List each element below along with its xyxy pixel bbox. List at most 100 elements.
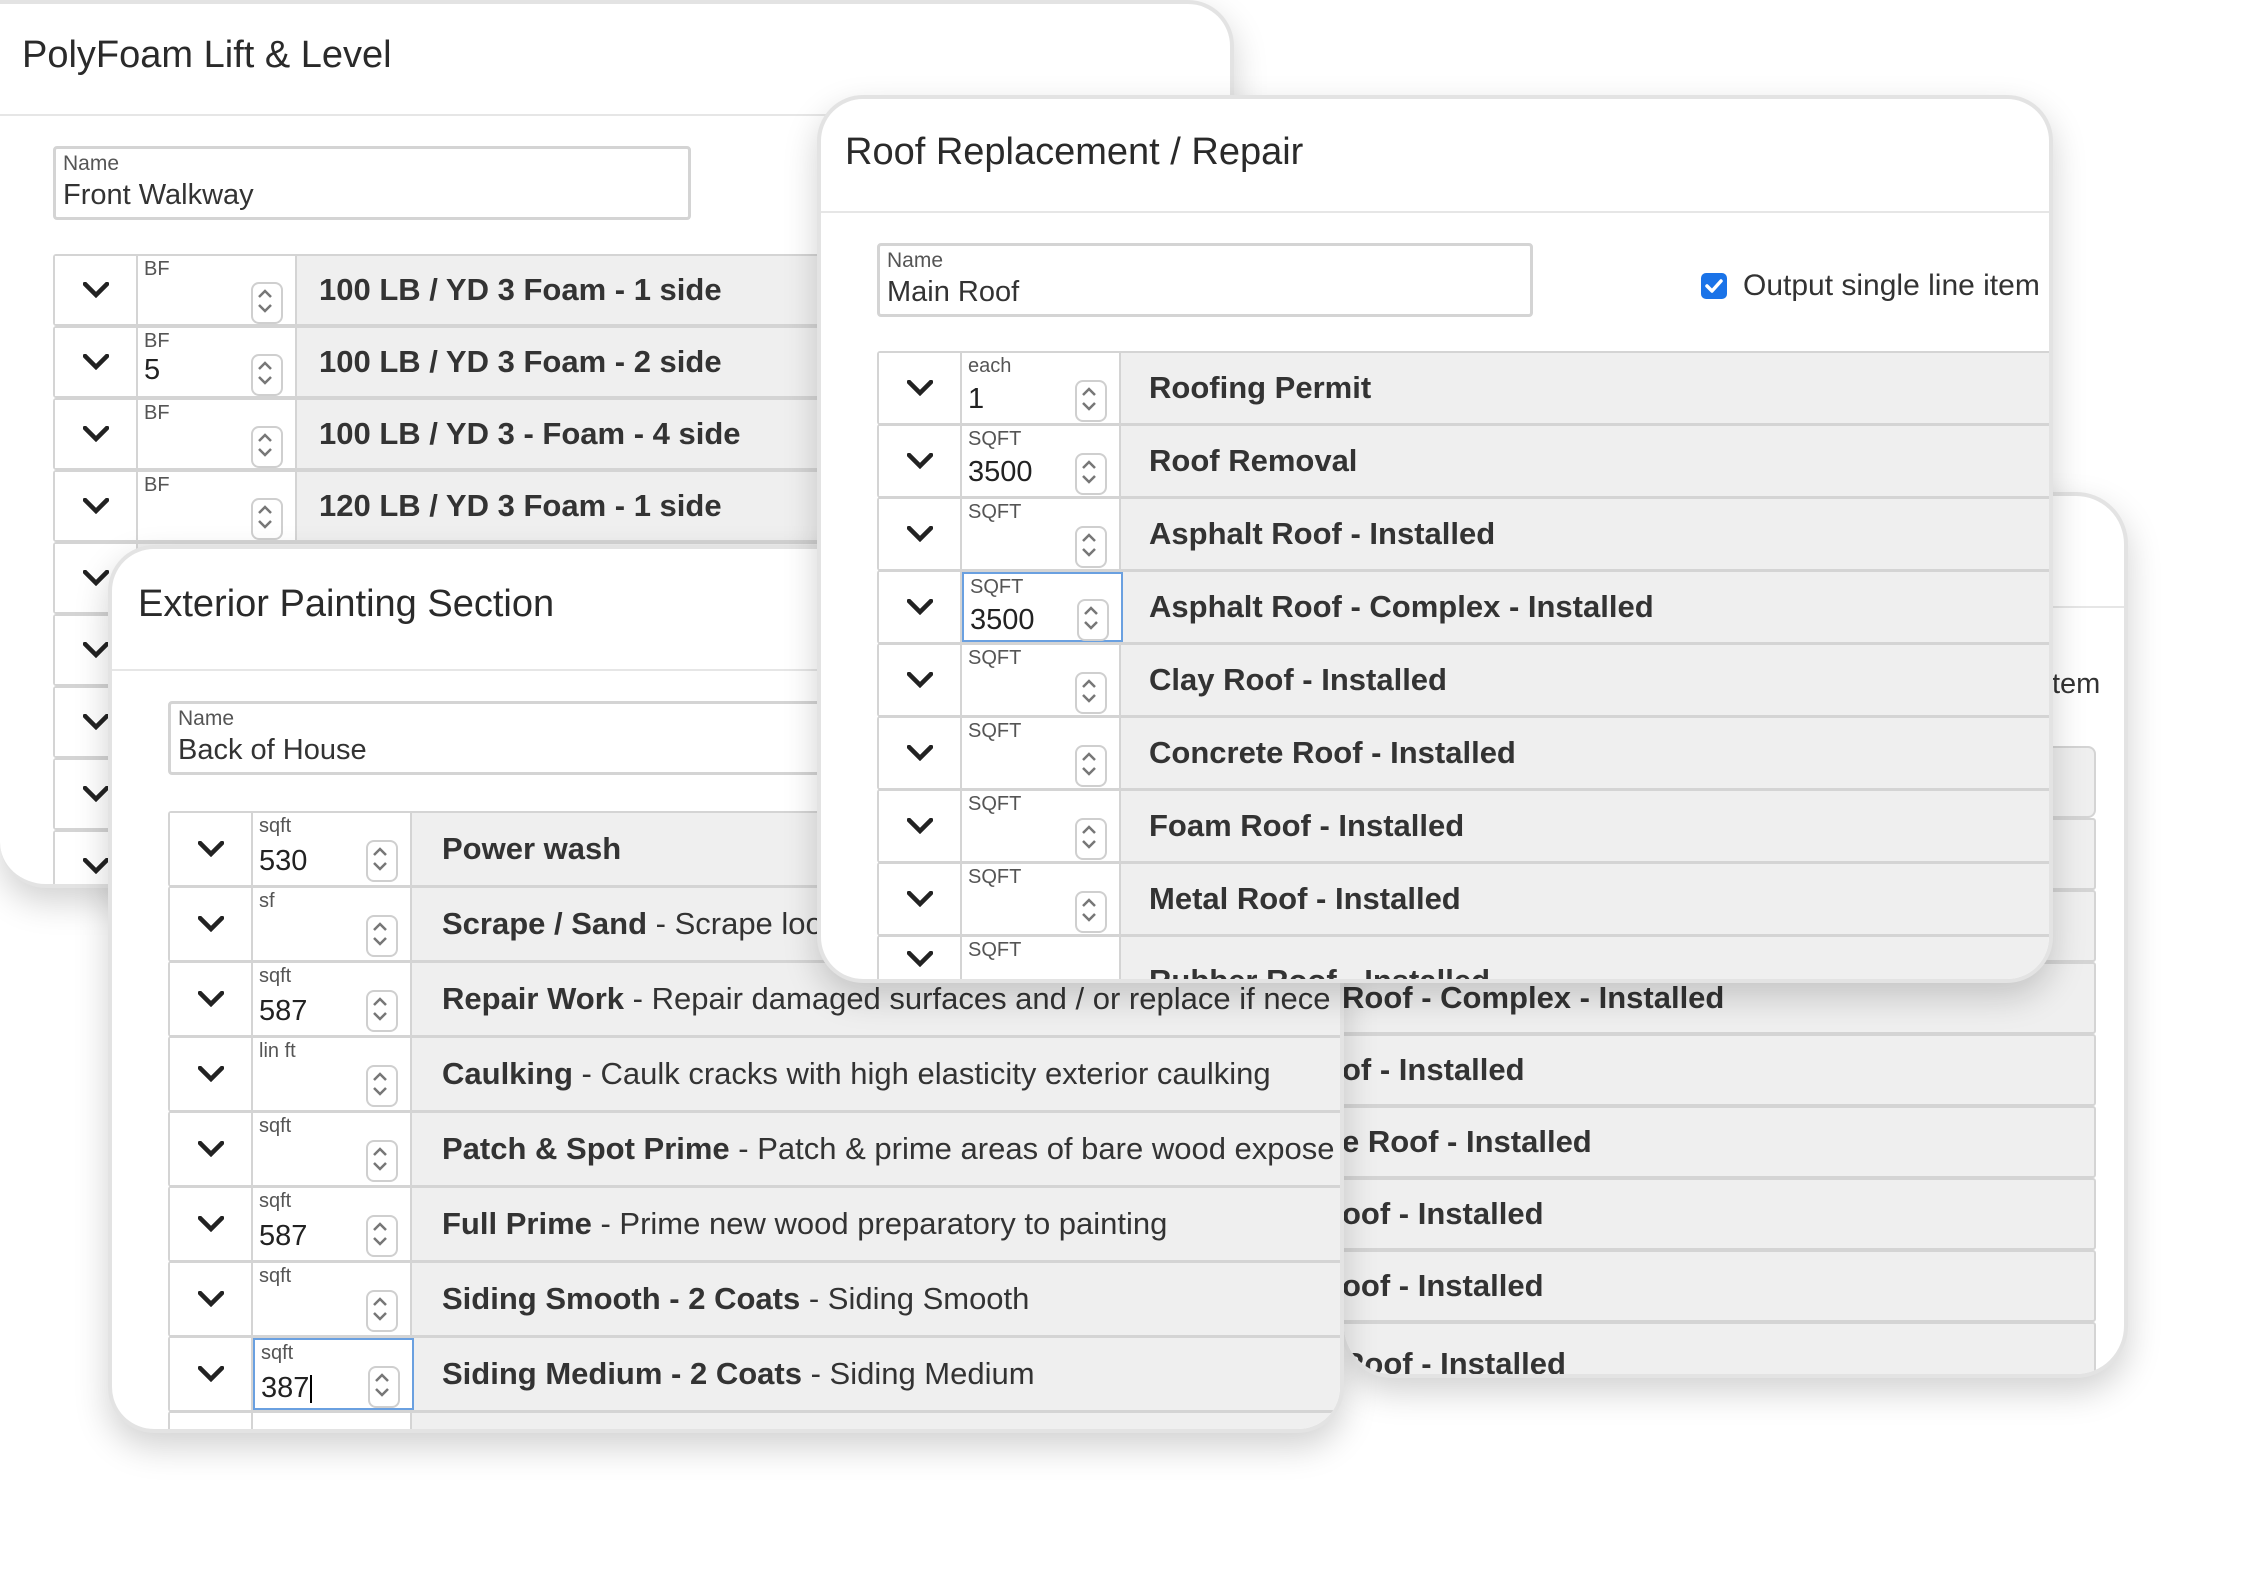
quantity-input[interactable]: sqft 387 xyxy=(253,1338,414,1410)
back-row[interactable]: e Roof - Installed xyxy=(1344,1106,2096,1178)
quantity-input[interactable]: SQFT xyxy=(962,791,1121,861)
quantity-input[interactable]: BF 5 xyxy=(138,328,297,396)
quantity-input[interactable]: sqft 530 xyxy=(253,813,412,885)
unit-label: SQFT xyxy=(968,866,1022,888)
spinner-icon[interactable] xyxy=(366,1140,398,1183)
item-title: Siding Medium - 2 Coats xyxy=(442,1356,802,1391)
expand-toggle[interactable] xyxy=(170,1413,253,1429)
chevron-down-icon xyxy=(82,786,109,802)
expand-toggle[interactable] xyxy=(879,937,962,979)
chevron-down-icon xyxy=(197,1291,224,1307)
spinner-icon[interactable] xyxy=(251,353,283,396)
spinner-icon[interactable] xyxy=(1075,744,1107,787)
spinner-icon[interactable] xyxy=(251,281,283,324)
back-row[interactable]: oof - Installed xyxy=(1344,1178,2096,1250)
quantity-input[interactable]: SQFT 3500 xyxy=(962,426,1121,496)
quantity-input[interactable]: sqft 587 xyxy=(253,963,412,1035)
name-field[interactable]: Name Front Walkway xyxy=(53,146,691,220)
quantity-input[interactable]: SQFT xyxy=(962,645,1121,715)
quantity-input[interactable]: sqft xyxy=(253,1113,412,1185)
quantity-input[interactable]: BF xyxy=(138,472,297,540)
item-label: Clay Roof - Installed xyxy=(1149,662,1447,697)
item-label: Roofing Permit xyxy=(1149,370,1372,405)
back-row[interactable]: oof - Installed xyxy=(1344,1250,2096,1322)
name-field[interactable]: Name Main Roof xyxy=(877,243,1533,317)
spinner-icon[interactable] xyxy=(251,497,283,540)
line-item-row[interactable]: sqft Siding Smooth - 2 Coats - Siding Sm… xyxy=(168,1261,1340,1337)
quantity-input[interactable]: sf xyxy=(253,888,412,960)
item-label: Metal Roof - Installed xyxy=(1149,881,1461,916)
line-item-row[interactable] xyxy=(168,1411,1340,1429)
expand-toggle[interactable] xyxy=(879,864,962,934)
expand-toggle[interactable] xyxy=(879,572,962,642)
spinner-icon[interactable] xyxy=(366,1290,398,1333)
checkbox-checked-icon[interactable] xyxy=(1701,273,1727,299)
roof-header: Roof Replacement / Repair xyxy=(821,99,2049,213)
quantity-input[interactable] xyxy=(253,1413,412,1429)
quantity-input[interactable]: sqft 587 xyxy=(253,1188,412,1260)
quantity-input[interactable]: SQFT 3500 xyxy=(962,572,1123,642)
name-field[interactable]: Name Back of House xyxy=(168,701,874,775)
expand-toggle[interactable] xyxy=(170,888,253,960)
quantity-input[interactable]: each 1 xyxy=(962,353,1121,423)
line-item-row[interactable]: SQFT Rubber Roof - Installed xyxy=(877,935,2049,979)
back-row[interactable]: Roof - Installed xyxy=(1344,1322,2096,1374)
expand-toggle[interactable] xyxy=(170,1038,253,1110)
expand-toggle[interactable] xyxy=(170,813,253,885)
back-row[interactable]: of - Installed xyxy=(1344,1034,2096,1106)
item-title: Scrape / Sand xyxy=(442,906,648,941)
expand-toggle[interactable] xyxy=(170,1263,253,1335)
expand-toggle[interactable] xyxy=(879,426,962,496)
quantity-input[interactable]: SQFT xyxy=(962,864,1121,934)
line-item-row[interactable]: sqft 387 Siding Medium - 2 Coats - Sidin… xyxy=(168,1336,1340,1412)
spinner-icon[interactable] xyxy=(1077,599,1109,642)
quantity-input[interactable]: sqft xyxy=(253,1263,412,1335)
quantity-input[interactable]: lin ft xyxy=(253,1038,412,1110)
chevron-down-icon xyxy=(906,599,933,615)
spinner-icon[interactable] xyxy=(251,425,283,468)
spinner-icon[interactable] xyxy=(1075,379,1107,422)
line-item-row[interactable]: each 1 Roofing Permit xyxy=(877,351,2049,425)
line-item-row[interactable]: SQFT Foam Roof - Installed xyxy=(877,789,2049,863)
line-item-row[interactable]: SQFT Metal Roof - Installed xyxy=(877,862,2049,936)
expand-toggle[interactable] xyxy=(170,1188,253,1260)
quantity-input[interactable]: SQFT xyxy=(962,937,1121,979)
line-item-row[interactable]: SQFT 3500 Asphalt Roof - Complex - Insta… xyxy=(877,570,2049,644)
expand-toggle[interactable] xyxy=(879,718,962,788)
expand-toggle[interactable] xyxy=(170,1113,253,1185)
spinner-icon[interactable] xyxy=(366,1065,398,1108)
expand-toggle[interactable] xyxy=(55,256,138,324)
expand-toggle[interactable] xyxy=(55,472,138,540)
expand-toggle[interactable] xyxy=(55,328,138,396)
spinner-icon[interactable] xyxy=(1075,890,1107,933)
line-item-row[interactable]: sqft 587 Full Prime - Prime new wood pre… xyxy=(168,1186,1340,1262)
expand-toggle[interactable] xyxy=(879,645,962,715)
spinner-icon[interactable] xyxy=(366,1215,398,1258)
expand-toggle[interactable] xyxy=(879,791,962,861)
spinner-icon[interactable] xyxy=(1075,452,1107,495)
expand-toggle[interactable] xyxy=(170,1338,253,1410)
expand-toggle[interactable] xyxy=(879,499,962,569)
chevron-down-icon xyxy=(82,426,109,442)
spinner-icon[interactable] xyxy=(366,915,398,958)
spinner-icon[interactable] xyxy=(1075,671,1107,714)
unit-label: sqft xyxy=(261,1342,294,1364)
expand-toggle[interactable] xyxy=(170,963,253,1035)
line-item-row[interactable]: lin ft Caulking - Caulk cracks with high… xyxy=(168,1036,1340,1112)
line-item-row[interactable]: SQFT Concrete Roof - Installed xyxy=(877,716,2049,790)
expand-toggle[interactable] xyxy=(55,400,138,468)
expand-toggle[interactable] xyxy=(879,353,962,423)
spinner-icon[interactable] xyxy=(368,1365,400,1408)
quantity-input[interactable]: SQFT xyxy=(962,499,1121,569)
line-item-row[interactable]: sqft Patch & Spot Prime - Patch & prime … xyxy=(168,1111,1340,1187)
spinner-icon[interactable] xyxy=(366,990,398,1033)
spinner-icon[interactable] xyxy=(1075,525,1107,568)
quantity-input[interactable]: SQFT xyxy=(962,718,1121,788)
spinner-icon[interactable] xyxy=(1075,817,1107,860)
line-item-row[interactable]: SQFT 3500 Roof Removal xyxy=(877,424,2049,498)
quantity-input[interactable]: BF xyxy=(138,256,297,324)
quantity-input[interactable]: BF xyxy=(138,400,297,468)
line-item-row[interactable]: SQFT Asphalt Roof - Installed xyxy=(877,497,2049,571)
spinner-icon[interactable] xyxy=(366,840,398,883)
line-item-row[interactable]: SQFT Clay Roof - Installed xyxy=(877,643,2049,717)
